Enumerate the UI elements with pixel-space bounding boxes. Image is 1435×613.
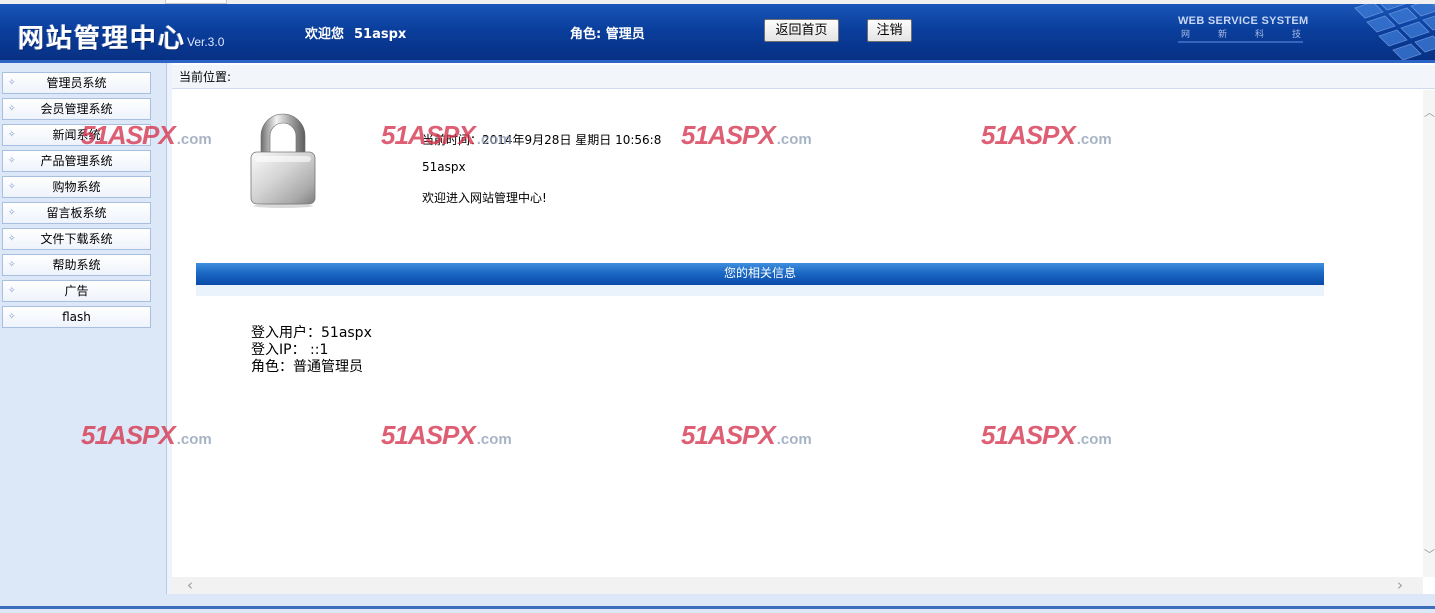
sidebar-item-label: 文件下载系统 [40,232,113,246]
sidebar-item-label: 会员管理系统 [40,102,113,116]
current-username: 51aspx [354,27,407,42]
bullet-icon: ✧ [8,286,16,296]
sidebar-item-label: 帮助系统 [52,258,101,272]
bullet-icon: ✧ [8,78,16,88]
welcome-message: 欢迎进入网站管理中心! [422,191,547,205]
bullet-icon: ✧ [8,260,16,270]
breadcrumb-label: 当前位置: [179,70,232,84]
bullet-icon: ✧ [8,312,16,322]
bullet-icon: ✧ [8,156,16,166]
sidebar-item-label: 广告 [64,284,89,298]
sidebar-item-help-system[interactable]: ✧ 帮助系统 [2,254,151,276]
horizontal-scrollbar[interactable]: ‹ › [172,576,1423,594]
current-time: 当前时间：2014年9月28日 星期日 10:56:8 [422,133,662,147]
role-text: 角色: 管理员 [570,27,645,42]
logout-button[interactable]: 注销 [867,19,912,42]
section-header-related-info: 您的相关信息 [196,263,1324,285]
section-header-strip [196,285,1324,296]
logged-in-username: 51aspx [422,160,466,174]
sidebar-item-label: 留言板系统 [46,206,107,220]
sidebar-item-label: 管理员系统 [46,76,107,90]
return-home-button[interactable]: 返回首页 [764,19,839,42]
sidebar-item-label: 购物系统 [52,180,101,194]
welcome-text: 欢迎您 51aspx [305,23,406,42]
bullet-icon: ✧ [8,182,16,192]
sidebar-item-label: 产品管理系统 [40,154,113,168]
brand-underline [1178,41,1303,43]
sidebar-item-news-system[interactable]: ✧ 新闻系统 [2,124,151,146]
bullet-icon: ✧ [8,130,16,140]
scroll-right-icon[interactable]: › [1397,576,1403,594]
header-bar: 网站管理中心 Ver.3.0 欢迎您 51aspx 角色: 管理员 返回首页 注销… [0,4,1435,61]
brand-english: WEB SERVICE SYSTEM [1178,15,1309,27]
sidebar-item-flash[interactable]: ✧ flash [2,306,151,328]
scroll-up-icon[interactable]: ︿ [1424,104,1435,120]
bullet-icon: ✧ [8,234,16,244]
scroll-down-icon[interactable]: ﹀ [1424,546,1435,562]
sidebar-item-label: flash [62,310,91,324]
sidebar-item-member-management[interactable]: ✧ 会员管理系统 [2,98,151,120]
sidebar-item-label: 新闻系统 [52,128,101,142]
sidebar-item-admin-system[interactable]: ✧ 管理员系统 [2,72,151,94]
sidebar-item-guestbook-system[interactable]: ✧ 留言板系统 [2,202,151,224]
footer-bar [0,594,1435,613]
version-label: Ver.3.0 [187,35,225,49]
main-content: 当前时间：2014年9月28日 星期日 10:56:8 51aspx 欢迎进入网… [172,90,1423,577]
padlock-icon [250,113,316,208]
sidebar-item-advertising[interactable]: ✧ 广告 [2,280,151,302]
keyboard-decoration-icon [1354,4,1435,61]
sidebar: ✧ 管理员系统 ✧ 会员管理系统 ✧ 新闻系统 ✧ 产品管理系统 ✧ 购物系统 ✧ 留言板系… [0,63,167,608]
role-line: 角色：普通管理员 [251,359,363,375]
welcome-label: 欢迎您 [305,27,345,42]
sidebar-item-file-download[interactable]: ✧ 文件下载系统 [2,228,151,250]
brand-chinese: 网新科技 [1181,30,1330,40]
header-divider [0,60,1435,63]
sidebar-item-product-management[interactable]: ✧ 产品管理系统 [2,150,151,172]
scroll-left-icon[interactable]: ‹ [187,576,193,594]
bullet-icon: ✧ [8,208,16,218]
breadcrumb: 当前位置: [172,65,1435,89]
footer-line [0,606,1435,609]
vertical-scrollbar[interactable]: ︿ ﹀ [1423,90,1435,577]
bullet-icon: ✧ [8,104,16,114]
site-logo: 网站管理中心 [18,24,187,54]
sidebar-item-shopping-system[interactable]: ✧ 购物系统 [2,176,151,198]
